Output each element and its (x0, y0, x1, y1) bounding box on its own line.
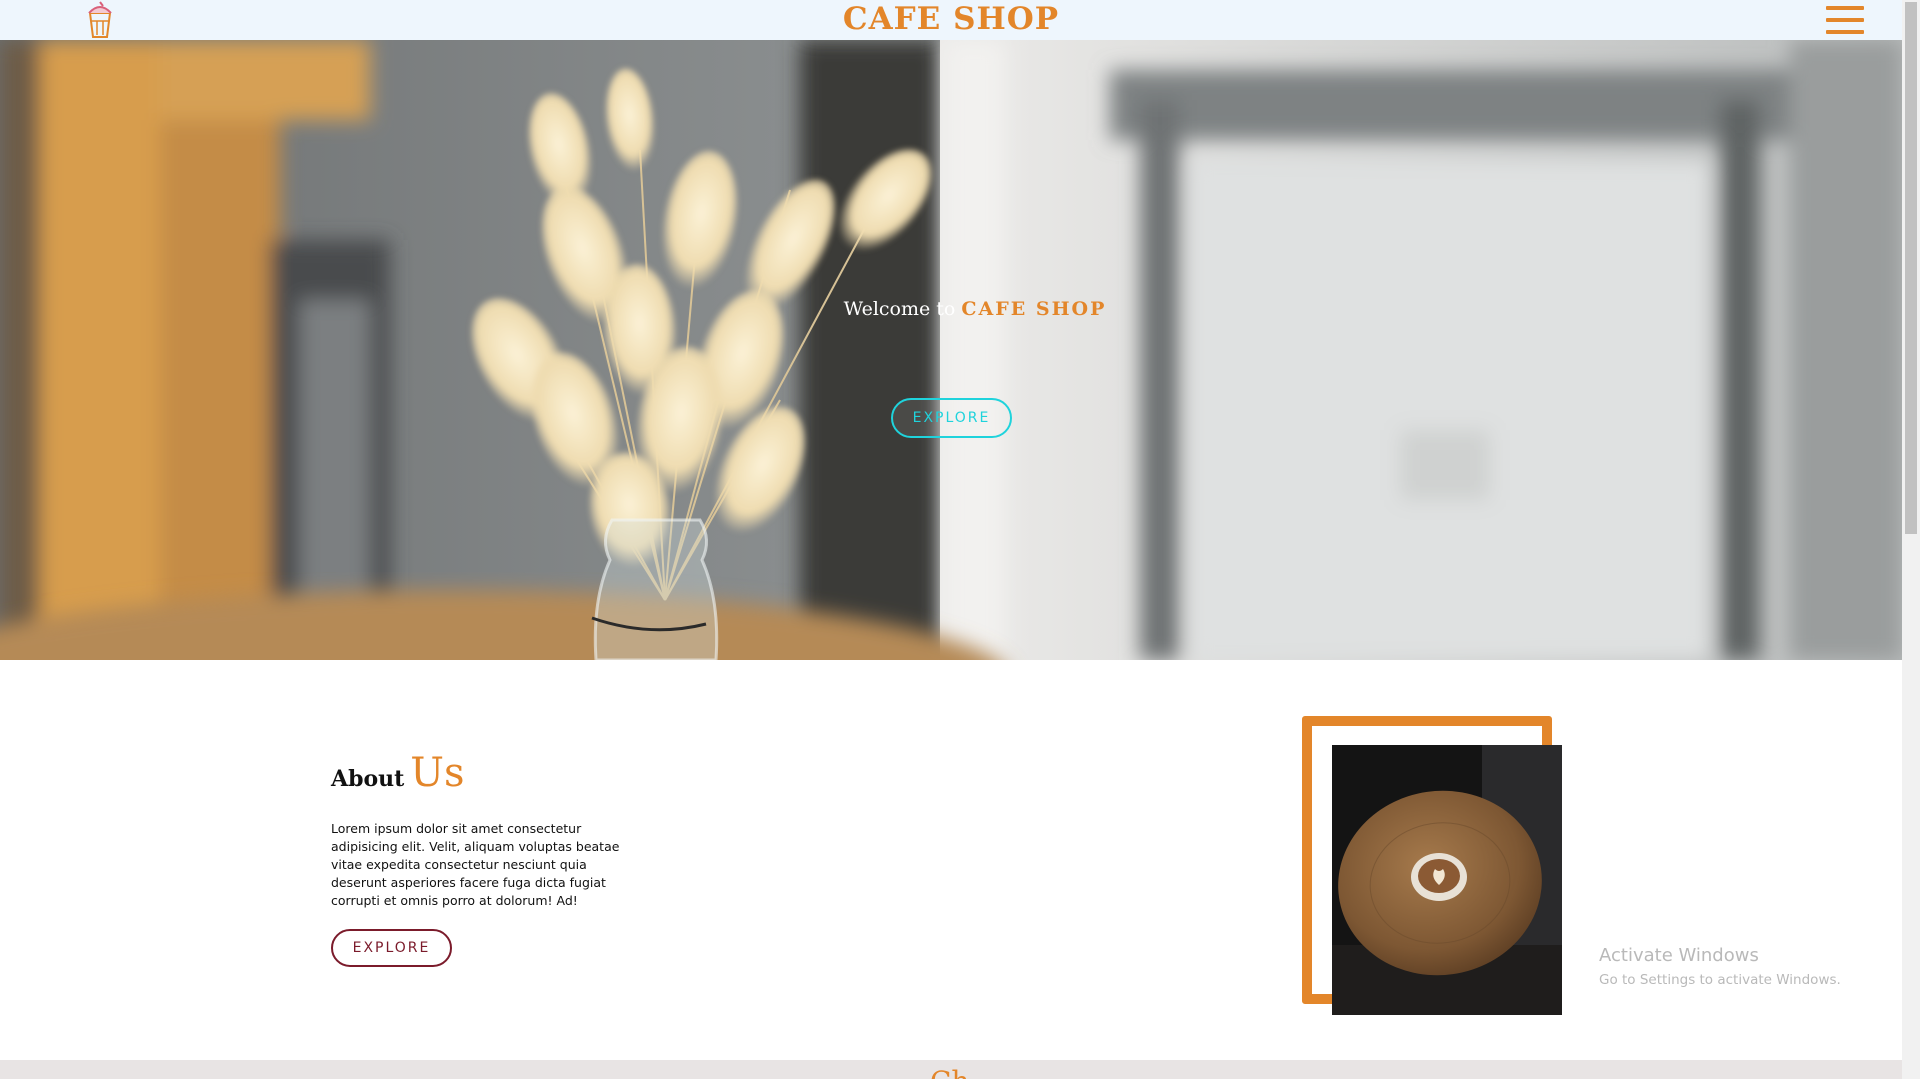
hero-section: Welcome to CAFE SHOP EXPLORE (0, 40, 1902, 660)
hero-welcome-heading: Welcome to CAFE SHOP (0, 298, 1902, 320)
hamburger-menu-icon[interactable] (1826, 4, 1864, 36)
about-heading: About Us (331, 750, 465, 796)
hero-welcome-brand: CAFE SHOP (961, 298, 1107, 320)
about-heading-part2: Us (410, 750, 465, 796)
hero-explore-button[interactable]: EXPLORE (891, 398, 1012, 438)
hero-background-image (0, 40, 1902, 660)
top-navbar: CAFE SHOP (0, 0, 1902, 40)
page: CAFE SHOP Welcome to CAFE SHOP EXPLORE A… (0, 0, 1902, 1079)
watermark-subtitle: Go to Settings to activate Windows. (1599, 972, 1841, 988)
next-section-heading: Ch (930, 1068, 970, 1079)
about-explore-button[interactable]: EXPLORE (331, 929, 452, 967)
watermark-title: Activate Windows (1599, 945, 1759, 966)
about-heading-part1: About (331, 766, 405, 792)
windows-activation-watermark: Activate Windows Go to Settings to activ… (1599, 945, 1841, 988)
coffee-table-image (1332, 745, 1562, 1015)
about-paragraph: Lorem ipsum dolor sit amet consectetur a… (331, 821, 620, 908)
page-scrollbar[interactable] (1902, 0, 1920, 1079)
site-brand[interactable]: CAFE SHOP (0, 1, 1902, 37)
hero-welcome-prefix: Welcome to (843, 298, 956, 320)
scrollbar-thumb[interactable] (1905, 2, 1917, 534)
